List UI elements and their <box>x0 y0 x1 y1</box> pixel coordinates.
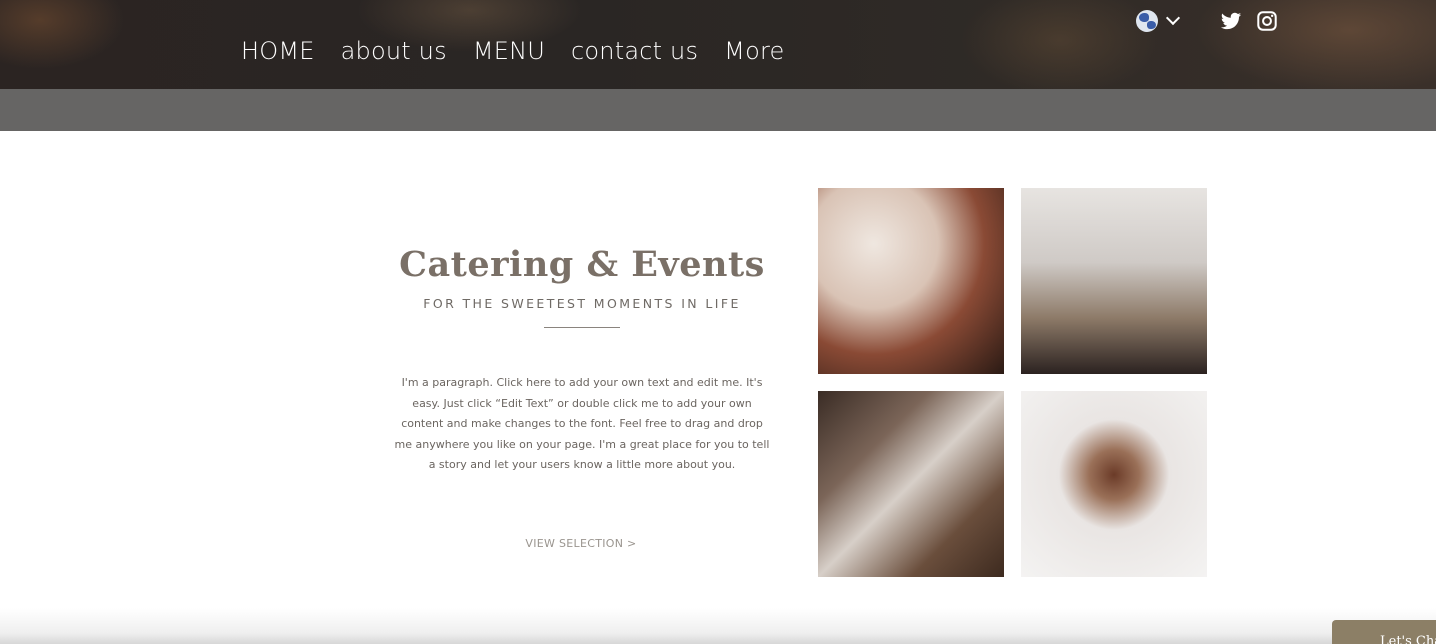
chat-button[interactable]: Let's Chat! <box>1332 620 1436 644</box>
nav-menu[interactable]: MENU <box>473 36 545 66</box>
nav-about-us[interactable]: about us <box>341 36 447 66</box>
language-selector[interactable] <box>1136 10 1181 32</box>
header-band <box>0 89 1436 131</box>
chevron-down-icon <box>1165 10 1181 26</box>
footer-shadow <box>0 608 1436 644</box>
gallery-image-macarons[interactable] <box>818 391 1004 577</box>
gallery-image-cake-pops[interactable] <box>1021 188 1207 374</box>
gallery-image-truffles-plate[interactable] <box>818 188 1004 374</box>
twitter-icon[interactable] <box>1220 10 1242 32</box>
instagram-icon[interactable] <box>1256 10 1278 32</box>
globe-icon <box>1136 10 1158 32</box>
chat-label: Let's Chat! <box>1380 634 1436 644</box>
site-header: HOME about us MENU contact us More <box>0 0 1436 89</box>
section-title: Catering & Events <box>399 244 765 285</box>
main-nav: HOME about us MENU contact us More <box>241 36 784 66</box>
section-subtitle: FOR THE SWEETEST MOMENTS IN LIFE <box>423 296 741 311</box>
nav-contact-us[interactable]: contact us <box>571 36 698 66</box>
title-divider <box>544 327 620 328</box>
gallery-image-truffles-cup[interactable] <box>1021 391 1207 577</box>
view-selection-link[interactable]: VIEW SELECTION > <box>481 537 681 550</box>
social-bar <box>1220 10 1278 32</box>
nav-more[interactable]: More <box>724 36 784 66</box>
nav-home[interactable]: HOME <box>241 36 315 66</box>
section-paragraph: I'm a paragraph. Click here to add your … <box>394 376 770 472</box>
